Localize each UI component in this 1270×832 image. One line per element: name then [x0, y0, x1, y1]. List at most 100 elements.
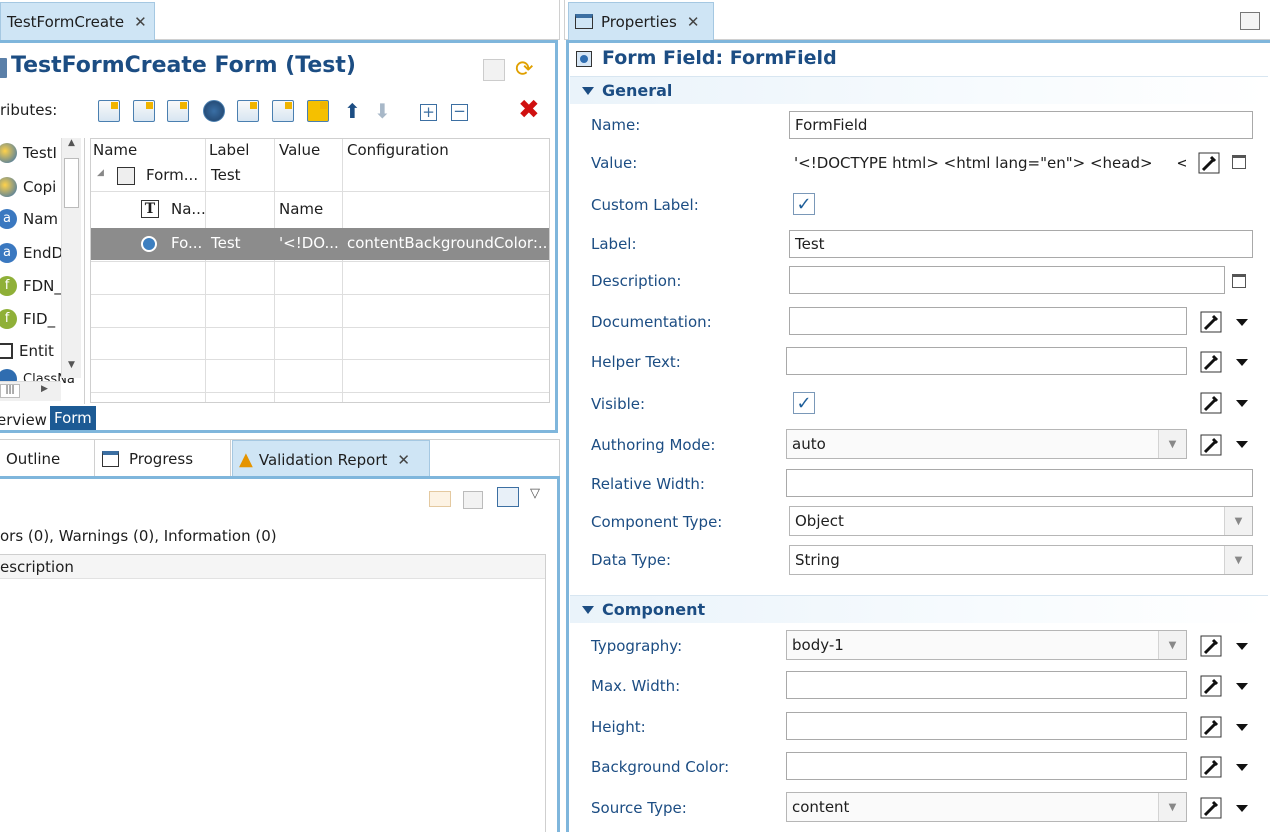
edit-icon[interactable]	[1200, 675, 1222, 697]
add-list-icon[interactable]	[167, 100, 189, 122]
typography-select[interactable]: body-1 ▼	[786, 630, 1187, 660]
object-icon	[0, 177, 17, 197]
expand-all-icon[interactable]: +	[420, 104, 437, 121]
table-view-icon[interactable]	[463, 491, 483, 509]
list-item[interactable]: a Nam	[0, 204, 58, 234]
edit-icon[interactable]	[1200, 434, 1222, 456]
edit-icon[interactable]	[1200, 756, 1222, 778]
background-color-field[interactable]	[786, 752, 1187, 780]
go-to-icon[interactable]	[429, 491, 451, 507]
scroll-thumb[interactable]	[64, 158, 79, 208]
tab-outline[interactable]: Outline	[0, 440, 95, 478]
section-component[interactable]: Component	[570, 595, 1268, 623]
max-width-field[interactable]	[786, 671, 1187, 699]
dropdown-arrow-icon[interactable]	[1236, 764, 1248, 771]
source-type-select[interactable]: content ▼	[786, 792, 1187, 822]
scroll-right-icon[interactable]: ▶	[41, 384, 48, 394]
tab-progress[interactable]: Progress	[96, 440, 231, 478]
expand-arrow-icon[interactable]: ◢	[97, 168, 104, 178]
horizontal-scrollbar[interactable]: ||| ▶	[0, 381, 61, 401]
component-type-select[interactable]: Object ▼	[789, 506, 1253, 536]
edit-icon[interactable]	[1200, 392, 1222, 414]
move-down-icon[interactable]: ⬇	[374, 99, 391, 123]
add-attribute-icon[interactable]	[98, 100, 120, 122]
authoring-mode-select[interactable]: auto ▼	[786, 429, 1187, 459]
description-field[interactable]	[789, 266, 1225, 294]
close-icon[interactable]: ✕	[397, 451, 410, 469]
chevron-down-icon[interactable]: ▼	[1224, 546, 1252, 574]
dropdown-arrow-icon[interactable]	[1236, 359, 1248, 366]
chevron-down-icon[interactable]: ▼	[1224, 507, 1252, 535]
value-label: Value:	[591, 154, 638, 172]
dropdown-arrow-icon[interactable]	[1236, 805, 1248, 812]
dropdown-arrow-icon[interactable]	[1236, 683, 1248, 690]
tab-testformcreate[interactable]: TestFormCreate ✕	[0, 2, 155, 40]
collapse-all-icon[interactable]: −	[451, 104, 468, 121]
view-menu-icon[interactable]: ▽	[530, 486, 540, 501]
add-text-icon[interactable]	[133, 100, 155, 122]
label-field[interactable]: Test	[789, 230, 1253, 258]
pin-view-icon[interactable]	[1240, 12, 1260, 30]
dropdown-arrow-icon[interactable]	[1236, 643, 1248, 650]
table-row[interactable]: T Na... Name	[91, 197, 549, 223]
edit-value-icon[interactable]	[1198, 152, 1220, 174]
edit-icon[interactable]	[1200, 797, 1222, 819]
add-table-icon[interactable]	[237, 100, 259, 122]
add-chart-icon[interactable]	[272, 100, 294, 122]
dropdown-arrow-icon[interactable]	[1236, 724, 1248, 731]
col-configuration[interactable]: Configuration	[347, 141, 449, 159]
relative-width-field[interactable]	[786, 469, 1253, 497]
list-item[interactable]: Copi	[0, 172, 56, 202]
section-general[interactable]: General	[570, 76, 1268, 104]
dropdown-arrow-icon[interactable]	[1236, 400, 1248, 407]
data-type-select[interactable]: String ▼	[789, 545, 1253, 575]
chevron-down-icon[interactable]: ▼	[1158, 430, 1186, 458]
edit-icon[interactable]	[1200, 311, 1222, 333]
table-row-selected[interactable]: Fo... Test '<!DO... contentBackgroundCol…	[91, 228, 549, 260]
add-object-icon[interactable]	[203, 100, 225, 122]
custom-label-checkbox[interactable]: ✓	[793, 193, 815, 215]
documentation-field[interactable]	[789, 307, 1187, 335]
list-scrollbar[interactable]: ▲ ▼	[61, 138, 81, 378]
tab-properties[interactable]: Properties ✕	[568, 2, 714, 40]
open-editor-icon[interactable]	[1232, 155, 1246, 169]
name-field[interactable]: FormField	[789, 111, 1253, 139]
tab-form[interactable]: Form	[50, 406, 96, 430]
chevron-down-icon[interactable]: ▼	[1158, 631, 1186, 659]
value-field[interactable]: '<!DOCTYPE html> <html lang="en"> <head>…	[794, 154, 1186, 172]
helper-text-field[interactable]	[786, 347, 1187, 375]
list-item[interactable]: Entit	[0, 336, 54, 366]
height-field[interactable]	[786, 712, 1187, 740]
column-header-description[interactable]: escription	[0, 555, 545, 579]
tab-overview[interactable]: erview	[0, 411, 47, 429]
save-icon[interactable]	[483, 59, 505, 81]
scroll-down-icon[interactable]: ▼	[62, 360, 81, 378]
edit-icon[interactable]	[1200, 351, 1222, 373]
refresh-icon[interactable]: ⟳	[515, 57, 533, 82]
list-item[interactable]: a EndD	[0, 238, 63, 268]
visible-checkbox[interactable]: ✓	[793, 392, 815, 414]
scroll-up-icon[interactable]: ▲	[62, 138, 81, 156]
edit-icon[interactable]	[1200, 635, 1222, 657]
dropdown-arrow-icon[interactable]	[1236, 319, 1248, 326]
col-label[interactable]: Label	[209, 141, 249, 159]
edit-icon[interactable]	[1200, 716, 1222, 738]
chevron-down-icon[interactable]: ▼	[1158, 793, 1186, 821]
tab-validation-report[interactable]: ▲ Validation Report ✕	[232, 440, 430, 478]
list-item[interactable]: TestI	[0, 138, 57, 168]
col-value[interactable]: Value	[279, 141, 320, 159]
table-row[interactable]: ◢ Form... Test	[91, 163, 549, 189]
move-up-icon[interactable]: ⬆	[344, 99, 361, 123]
close-icon[interactable]: ✕	[687, 13, 700, 31]
scroll-thumb[interactable]: |||	[0, 384, 20, 398]
component-type-label: Component Type:	[591, 513, 723, 531]
delete-icon[interactable]: ✖	[518, 95, 540, 125]
add-grid-icon[interactable]	[307, 100, 329, 122]
list-item[interactable]: f FID_	[0, 304, 55, 334]
open-editor-icon[interactable]	[1232, 274, 1246, 288]
list-item[interactable]: f FDN_	[0, 271, 62, 301]
dropdown-arrow-icon[interactable]	[1236, 441, 1248, 448]
list-view-icon[interactable]	[497, 487, 519, 507]
col-name[interactable]: Name	[93, 141, 137, 159]
close-icon[interactable]: ✕	[134, 13, 147, 31]
